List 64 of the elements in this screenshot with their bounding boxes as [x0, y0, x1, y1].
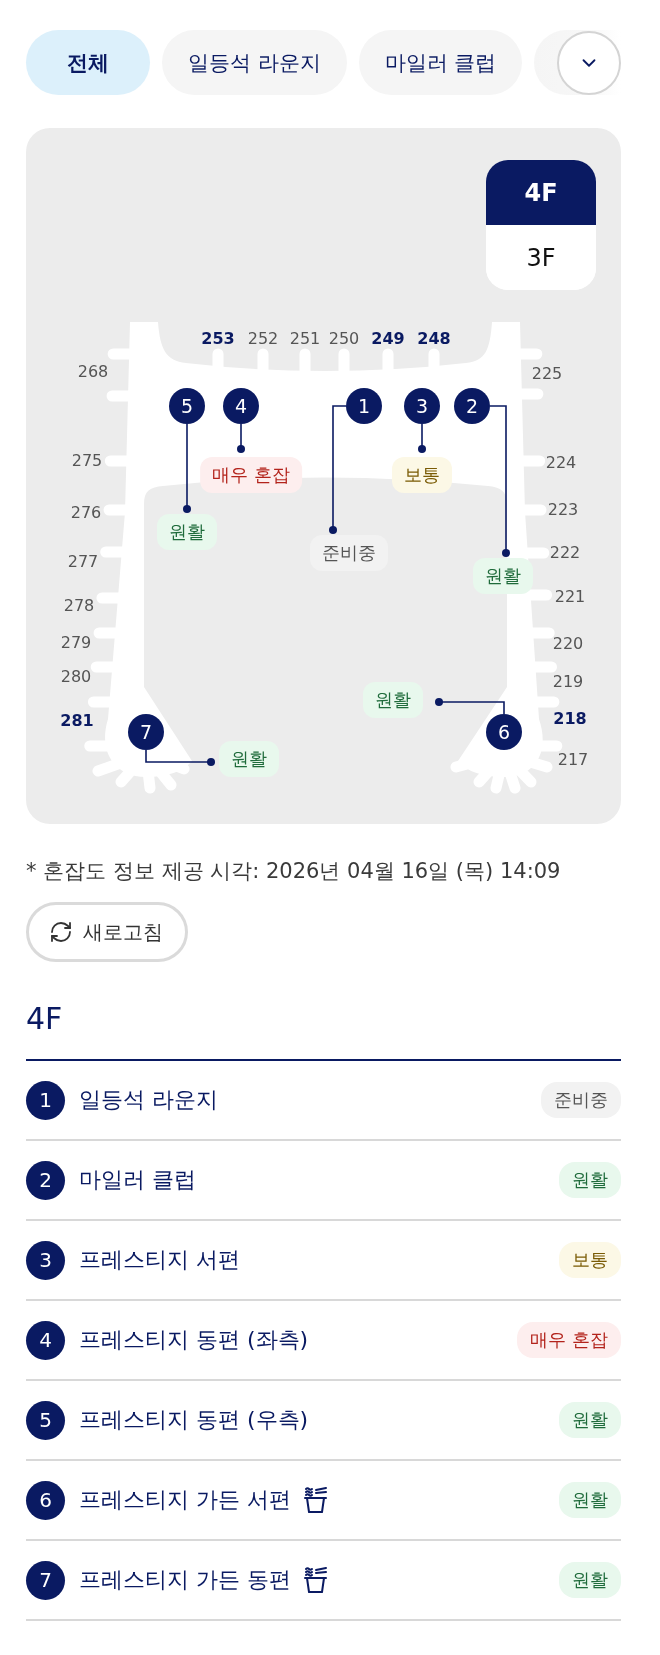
- lounge-number: 1: [26, 1080, 65, 1120]
- leader-line: [435, 698, 505, 715]
- gate-number: 218: [553, 709, 587, 729]
- status-badge: 원활: [157, 514, 217, 550]
- status-badge: 보통: [559, 1242, 621, 1278]
- status-badge: 준비중: [541, 1082, 621, 1118]
- gate-number: 249: [371, 329, 405, 349]
- lounge-name: 프레스티지 동편 (좌측): [79, 1326, 309, 1354]
- refresh-button[interactable]: 새로고침: [26, 902, 188, 962]
- status-badge: 원활: [473, 558, 533, 594]
- gate-number: 220: [552, 634, 584, 654]
- lounge-number: 4: [26, 1320, 65, 1360]
- gate-number: 280: [60, 667, 92, 687]
- refresh-icon: [49, 920, 73, 944]
- status-badge: 매우 혼잡: [517, 1322, 621, 1358]
- status-badge: 원활: [559, 1162, 621, 1198]
- status-badge: 원활: [559, 1482, 621, 1518]
- gate-number: 224: [545, 453, 577, 473]
- update-time-note: * 혼잡도 정보 제공 시각: 2026년 04월 16일 (목) 14:09: [26, 858, 562, 885]
- lounge-number: 6: [26, 1480, 65, 1520]
- gate-number: 276: [70, 503, 102, 523]
- status-badge: 원활: [559, 1562, 621, 1598]
- gate-number: 222: [549, 543, 581, 563]
- lounge-number: 5: [26, 1400, 65, 1440]
- gate-number: 268: [77, 362, 109, 382]
- gate-number: 275: [71, 451, 103, 471]
- filter-chip[interactable]: 전체: [26, 30, 150, 95]
- status-badge: 매우 혼잡: [200, 457, 302, 493]
- leader-line: [145, 749, 215, 766]
- gate-number: 279: [60, 633, 92, 653]
- gate-number: 221: [554, 587, 586, 607]
- lounge-name: 프레스티지 서편: [79, 1246, 240, 1274]
- lounge-number: 7: [26, 1560, 65, 1600]
- lounge-name: 프레스티지 동편 (우측): [79, 1406, 309, 1434]
- lounge-name: 프레스티지 가든 서편: [79, 1486, 291, 1514]
- gate-number: 250: [328, 329, 360, 349]
- status-badge: 준비중: [310, 535, 388, 571]
- gate-number: 253: [201, 329, 235, 349]
- gate-number: 225: [531, 364, 563, 384]
- filter-chip[interactable]: 일등석 라운지: [162, 30, 347, 95]
- status-badge: 원활: [559, 1402, 621, 1438]
- lounge-name: 일등석 라운지: [79, 1086, 218, 1114]
- gate-number: 223: [547, 500, 579, 520]
- lounge-number: 2: [26, 1160, 65, 1200]
- leader-line: [418, 423, 426, 453]
- gate-number: 248: [417, 329, 451, 349]
- floor-heading: 4F: [26, 1001, 64, 1037]
- gate-number: 252: [247, 329, 279, 349]
- status-badge: 원활: [219, 741, 279, 777]
- gate-number: 278: [63, 596, 95, 616]
- gate-number: 251: [289, 329, 321, 349]
- gate-number: 277: [67, 552, 99, 572]
- lounge-name: 프레스티지 가든 동편: [79, 1566, 291, 1594]
- filter-chip[interactable]: 마일러 클럽: [358, 30, 523, 95]
- lounge-number: 3: [26, 1240, 65, 1280]
- floor-tab[interactable]: 4F: [486, 160, 596, 225]
- gate-number: 281: [60, 711, 94, 731]
- gate-number: 219: [552, 672, 584, 692]
- leader-line: [237, 423, 245, 453]
- dropdown-button[interactable]: [557, 30, 621, 95]
- lounge-name: 마일러 클럽: [79, 1166, 196, 1194]
- status-badge: 보통: [392, 457, 452, 493]
- gate-number: 217: [557, 750, 589, 770]
- status-badge: 원활: [363, 682, 423, 718]
